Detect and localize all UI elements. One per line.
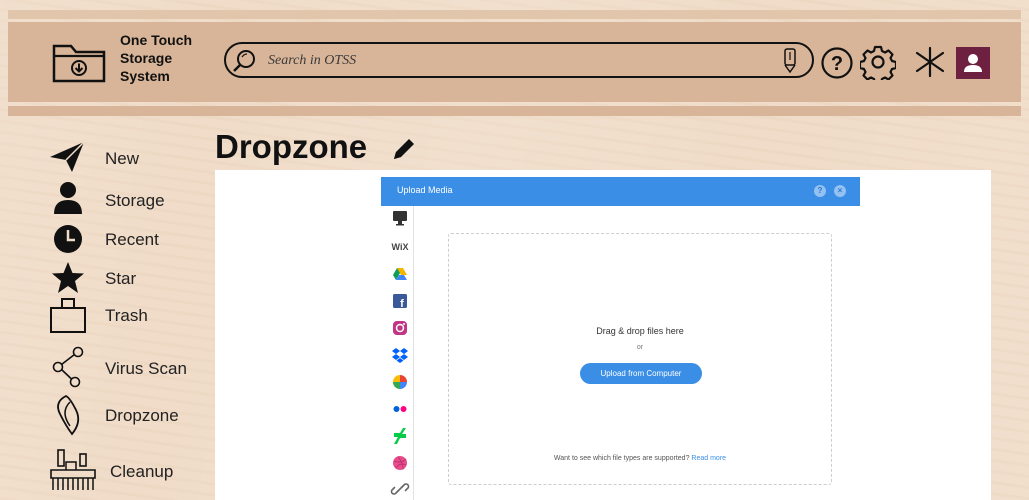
read-more-link[interactable]: Read more bbox=[691, 455, 726, 462]
app-logo-text: One Touch Storage System bbox=[120, 32, 193, 84]
sidebar-item-trash[interactable]: Trash bbox=[48, 296, 218, 334]
drag-drop-text: Drag & drop files here bbox=[596, 326, 684, 336]
deviantart-icon[interactable] bbox=[389, 425, 411, 447]
microphone-icon[interactable] bbox=[782, 48, 798, 74]
star-icon bbox=[52, 262, 84, 293]
paper-plane-icon bbox=[50, 141, 85, 172]
google-photos-icon[interactable] bbox=[389, 371, 411, 393]
app-header: One Touch Storage System ? bbox=[8, 22, 1021, 102]
sidebar-item-virus-scan[interactable]: Virus Scan bbox=[48, 346, 218, 388]
share-nodes-icon bbox=[52, 346, 84, 388]
sidebar-item-label: New bbox=[105, 149, 140, 168]
svg-text:f: f bbox=[400, 298, 404, 310]
help-icon[interactable]: ? bbox=[820, 46, 854, 80]
sidebar-item-label: Star bbox=[105, 269, 137, 288]
clock-icon bbox=[54, 225, 82, 253]
folder-download-icon[interactable] bbox=[52, 41, 106, 83]
source-list-divider bbox=[413, 206, 414, 500]
sidebar-item-recent[interactable]: Recent bbox=[48, 220, 218, 258]
edit-pencil-icon[interactable] bbox=[390, 135, 418, 163]
trash-icon bbox=[50, 298, 86, 333]
flickr-icon[interactable] bbox=[389, 398, 411, 420]
file-types-question: Want to see which file types are support… bbox=[553, 455, 690, 462]
search-bar[interactable] bbox=[224, 42, 814, 78]
or-separator-text: or bbox=[636, 344, 644, 351]
dialog-close-button[interactable]: × bbox=[834, 185, 846, 197]
search-icon[interactable] bbox=[232, 48, 258, 74]
upload-dialog-title: Upload Media bbox=[397, 185, 453, 195]
monitor-icon[interactable] bbox=[389, 207, 411, 229]
sidebar-item-label: Cleanup bbox=[110, 462, 174, 481]
facebook-icon[interactable]: f bbox=[389, 290, 411, 312]
wix-icon[interactable]: WiX bbox=[389, 236, 411, 258]
person-icon bbox=[54, 182, 82, 214]
dropbox-icon[interactable] bbox=[389, 344, 411, 366]
sidebar-item-label: Storage bbox=[105, 191, 165, 210]
wix-logo-icon[interactable] bbox=[913, 45, 947, 79]
dropzone-icon bbox=[57, 394, 80, 436]
gear-icon[interactable] bbox=[860, 44, 896, 80]
sidebar-item-label: Dropzone bbox=[105, 406, 179, 425]
upload-from-computer-button[interactable]: Upload from Computer bbox=[580, 363, 702, 384]
svg-text:?: ? bbox=[831, 53, 843, 75]
drop-zone-area[interactable]: Drag & drop files here or Upload from Co… bbox=[448, 233, 832, 485]
google-drive-icon[interactable] bbox=[389, 263, 411, 285]
page-title: Dropzone bbox=[215, 128, 368, 165]
file-types-text: Want to see which file types are support… bbox=[449, 455, 831, 462]
sidebar-item-label: Trash bbox=[105, 306, 148, 325]
dribbble-icon[interactable] bbox=[389, 452, 411, 474]
sidebar-item-label: Virus Scan bbox=[105, 359, 187, 378]
search-input[interactable] bbox=[266, 50, 750, 72]
instagram-icon[interactable] bbox=[389, 317, 411, 339]
sidebar-item-cleanup[interactable]: Cleanup bbox=[48, 448, 218, 490]
header-top-stripe bbox=[8, 10, 1021, 19]
sidebar-item-storage[interactable]: Storage bbox=[48, 180, 218, 218]
header-bottom-stripe bbox=[8, 106, 1021, 116]
upload-dialog-header: Upload Media ? × bbox=[381, 177, 860, 206]
dialog-help-button[interactable]: ? bbox=[814, 185, 826, 197]
user-avatar-icon[interactable] bbox=[956, 47, 990, 79]
sidebar-item-star[interactable]: Star bbox=[48, 259, 218, 297]
sidebar-item-dropzone[interactable]: Dropzone bbox=[48, 392, 218, 436]
sidebar-item-label: Recent bbox=[105, 230, 159, 249]
sidebar-item-new[interactable]: New bbox=[48, 138, 218, 176]
link-icon[interactable] bbox=[389, 478, 411, 500]
brush-icon bbox=[50, 449, 96, 490]
